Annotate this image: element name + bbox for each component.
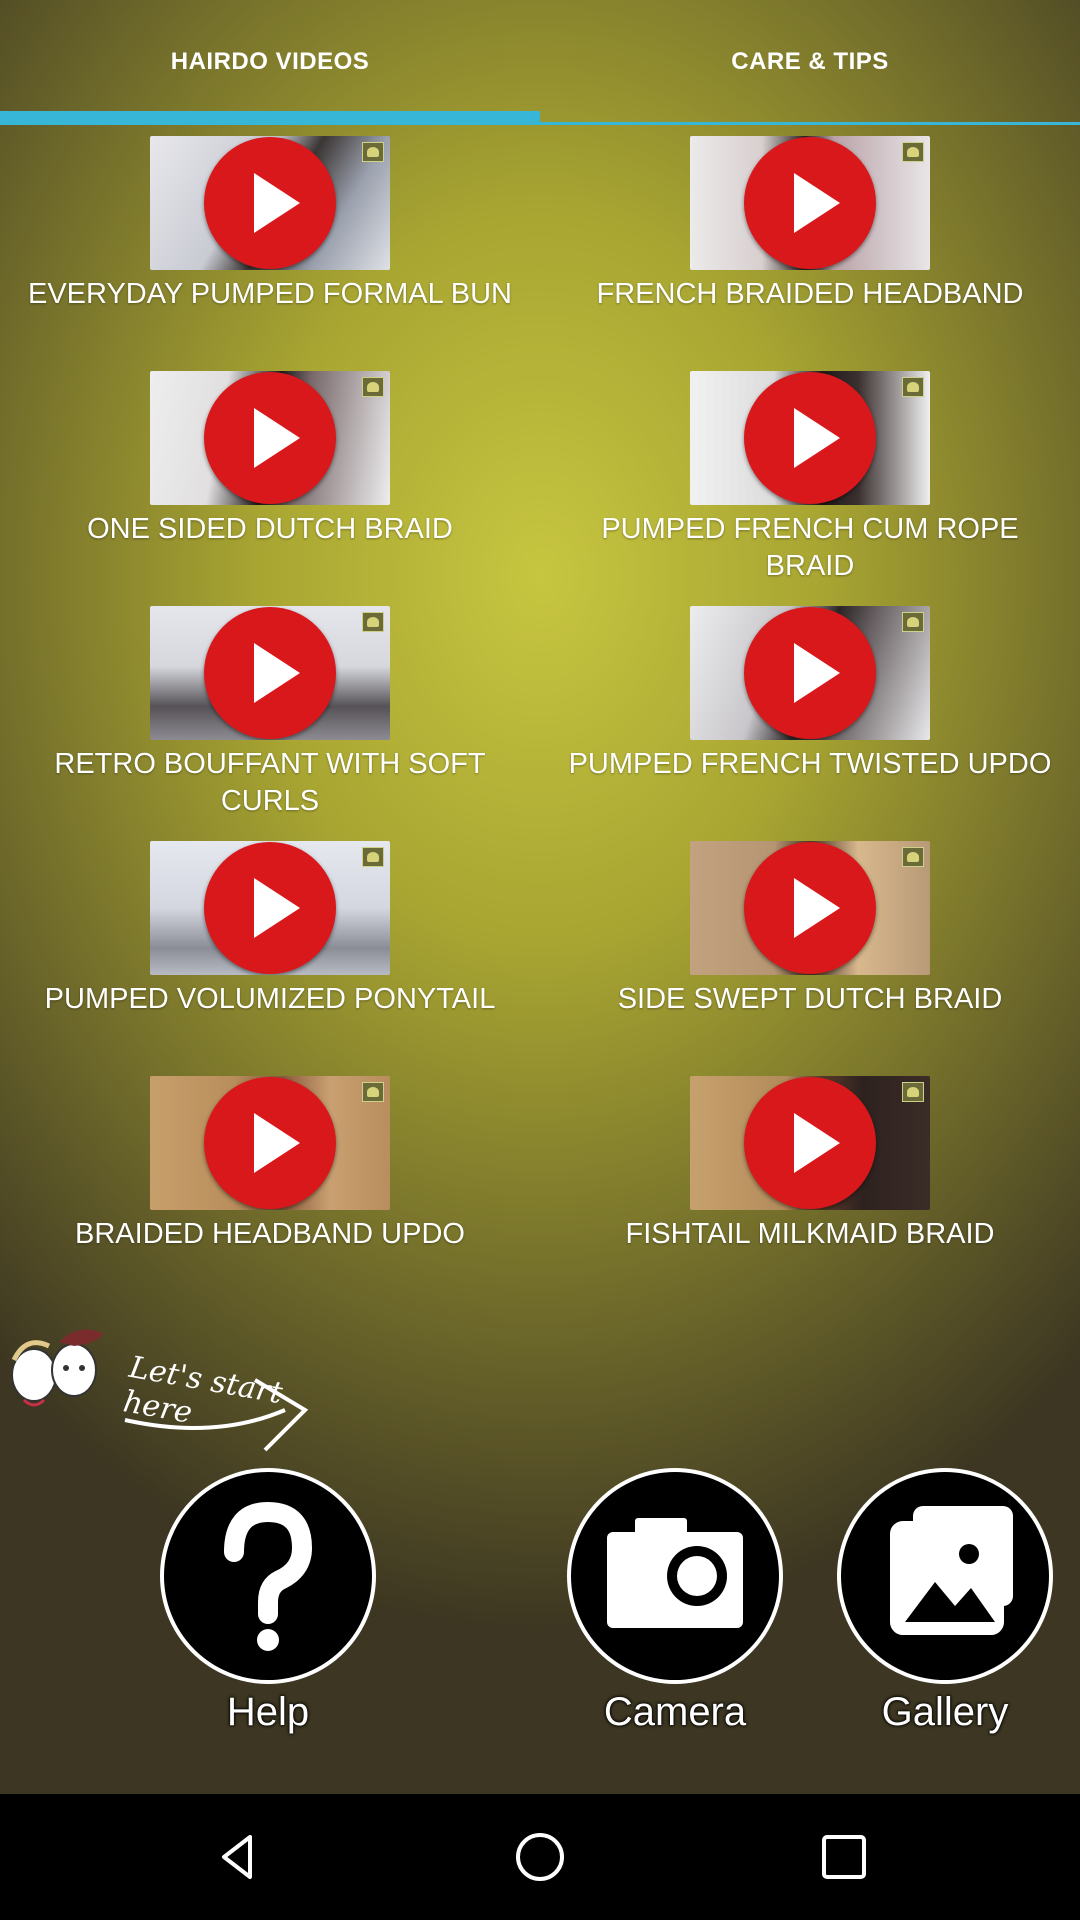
tab-care-tips-label: CARE & TIPS [731, 48, 889, 75]
video-thumbnail[interactable] [690, 1076, 930, 1210]
help-label: Help [226, 1690, 310, 1734]
camera-label: Camera [603, 1690, 747, 1734]
video-title: FRENCH BRAIDED HEADBAND [596, 278, 1024, 310]
gallery-button[interactable]: Gallery [837, 1468, 1053, 1736]
video-thumbnail[interactable] [150, 606, 390, 740]
play-icon[interactable] [204, 372, 336, 504]
video-title: SIDE SWEPT DUTCH BRAID [617, 983, 1003, 1015]
video-title: PUMPED VOLUMIZED PONYTAIL [44, 983, 496, 1015]
camera-button[interactable]: Camera [567, 1468, 783, 1736]
channel-badge-icon [362, 377, 384, 397]
curved-arrow-icon [124, 1378, 309, 1452]
gallery-label: Gallery [881, 1690, 1009, 1734]
play-icon[interactable] [744, 137, 876, 269]
video-thumbnail[interactable] [690, 606, 930, 740]
video-thumbnail[interactable] [690, 136, 930, 270]
tab-bar: HAIRDO VIDEOS CARE & TIPS [0, 0, 1080, 125]
tab-hairdo-videos-label: HAIRDO VIDEOS [170, 48, 370, 75]
play-icon[interactable] [204, 1077, 336, 1209]
video-title: PUMPED FRENCH CUM ROPE BRAID [601, 513, 1019, 582]
video-thumbnail[interactable] [150, 841, 390, 975]
video-title: BRAIDED HEADBAND UPDO [75, 1218, 465, 1250]
help-icon [160, 1468, 376, 1684]
tab-care-tips[interactable]: CARE & TIPS [540, 0, 1080, 124]
camera-icon [567, 1468, 783, 1684]
video-thumbnail[interactable] [690, 371, 930, 505]
video-title: RETRO BOUFFANT WITH SOFT CURLS [54, 748, 486, 817]
play-icon[interactable] [744, 372, 876, 504]
video-thumbnail[interactable] [690, 841, 930, 975]
gallery-icon [837, 1468, 1053, 1684]
play-icon[interactable] [204, 607, 336, 739]
play-icon[interactable] [204, 137, 336, 269]
system-nav-bar [0, 1794, 1080, 1920]
video-title: PUMPED FRENCH TWISTED UPDO [568, 748, 1052, 780]
video-title: EVERYDAY PUMPED FORMAL BUN [28, 278, 512, 310]
tab-hairdo-videos[interactable]: HAIRDO VIDEOS [0, 0, 540, 124]
recents-icon[interactable] [814, 1827, 874, 1887]
video-title: ONE SIDED DUTCH BRAID [87, 513, 453, 545]
video-title: FISHTAIL MILKMAID BRAID [625, 1218, 995, 1250]
channel-badge-icon [902, 142, 924, 162]
home-icon[interactable] [510, 1827, 570, 1887]
channel-badge-icon [362, 847, 384, 867]
play-icon[interactable] [744, 842, 876, 974]
lets-start-here-banner: Let's start here [0, 1320, 340, 1460]
video-thumbnail[interactable] [150, 136, 390, 270]
video-thumbnail[interactable] [150, 371, 390, 505]
video-thumbnail[interactable] [150, 1076, 390, 1210]
play-icon[interactable] [744, 607, 876, 739]
play-icon[interactable] [204, 842, 336, 974]
channel-badge-icon [902, 1082, 924, 1102]
back-icon[interactable] [208, 1827, 268, 1887]
channel-badge-icon [902, 847, 924, 867]
play-icon[interactable] [744, 1077, 876, 1209]
help-button[interactable]: Help [160, 1468, 376, 1736]
channel-badge-icon [362, 1082, 384, 1102]
channel-badge-icon [902, 612, 924, 632]
channel-badge-icon [362, 612, 384, 632]
channel-badge-icon [362, 142, 384, 162]
channel-badge-icon [902, 377, 924, 397]
tab-selected-indicator [0, 111, 540, 124]
